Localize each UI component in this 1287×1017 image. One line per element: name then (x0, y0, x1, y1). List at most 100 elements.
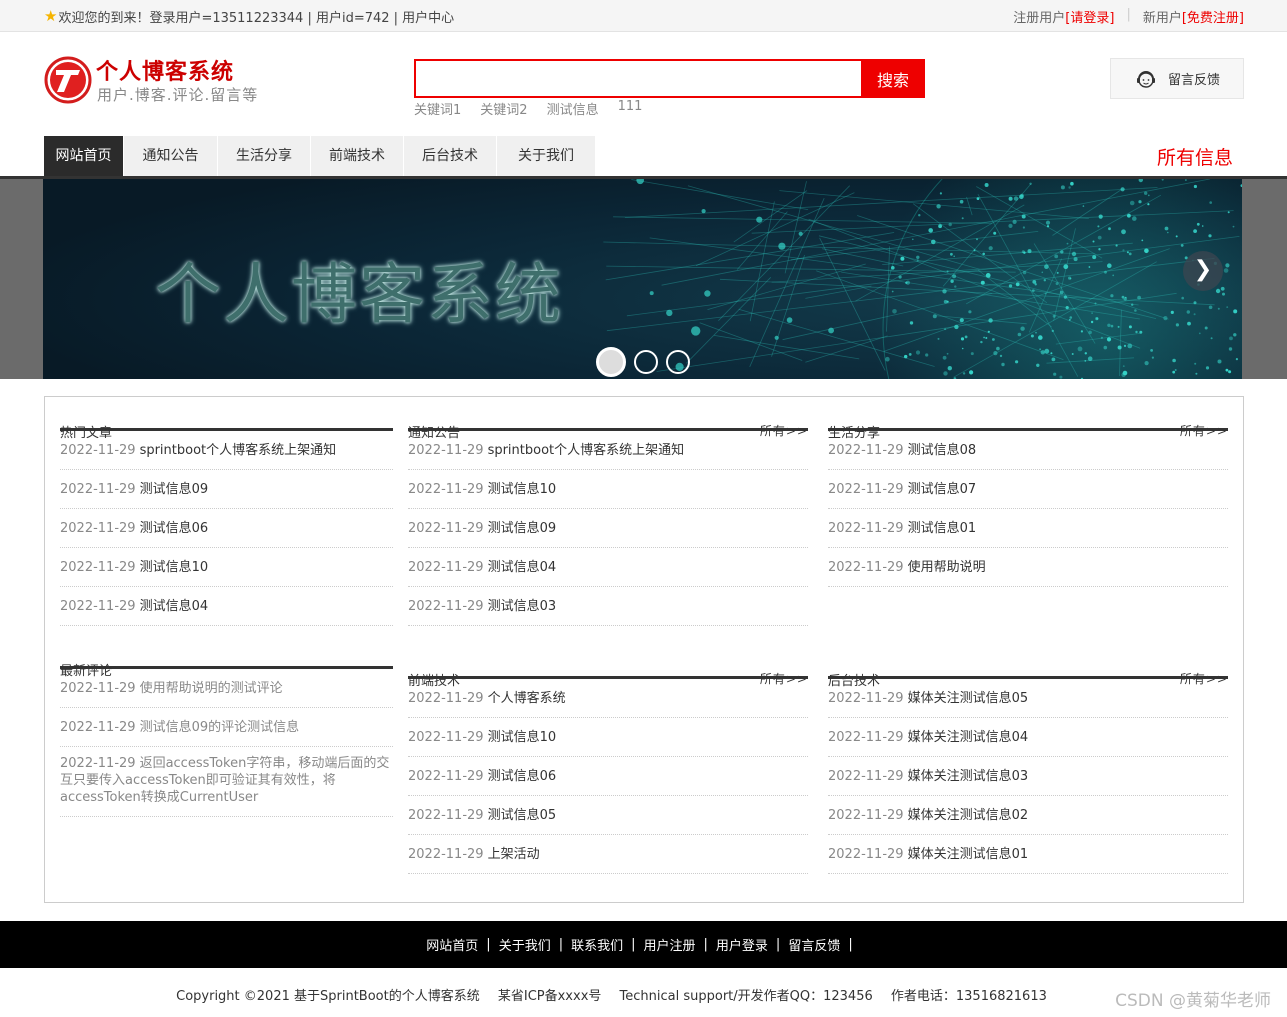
site-title[interactable]: 个人博客系统 (96, 54, 234, 86)
footer-link-register[interactable]: 用户注册 (644, 935, 696, 954)
item-title[interactable]: 上架活动 (488, 847, 540, 862)
item-title[interactable]: 测试信息03 (488, 599, 557, 614)
item-date: 2022-11-29 (60, 720, 136, 735)
banner-particle (1095, 317, 1099, 321)
more-link[interactable]: 所有>> (1180, 422, 1228, 439)
item-title[interactable]: sprintboot个人博客系统上架通知 (488, 443, 685, 458)
nav-about[interactable]: 关于我们 (497, 136, 596, 176)
item-title[interactable]: 测试信息07 (908, 482, 977, 497)
item-title[interactable]: sprintboot个人博客系统上架通知 (140, 443, 337, 458)
panel-title: 热门文章 (60, 426, 113, 441)
item-title[interactable]: 测试信息05 (488, 808, 557, 823)
list-item[interactable]: 2022-11-29 测试信息06 (408, 757, 808, 796)
list-item[interactable]: 2022-11-29 返回accessToken字符串，移动端后面的交互只要传入a… (60, 747, 393, 817)
item-title[interactable]: 测试信息06 (488, 769, 557, 784)
item-date: 2022-11-29 (408, 769, 484, 784)
item-title[interactable]: 测试信息06 (140, 521, 209, 536)
banner-particle (1107, 263, 1112, 268)
list-item[interactable]: 2022-11-29 使用帮助说明 (828, 548, 1228, 587)
banner-particle (916, 255, 920, 259)
carousel-dot[interactable] (634, 350, 658, 374)
list-item[interactable]: 2022-11-29 媒体关注测试信息05 (828, 679, 1228, 718)
search-button[interactable]: 搜索 (861, 59, 925, 98)
more-link[interactable]: 所有>> (1180, 670, 1228, 687)
item-title[interactable]: 媒体关注测试信息04 (908, 730, 1029, 745)
item-title[interactable]: 测试信息10 (488, 482, 557, 497)
more-link[interactable]: 所有>> (760, 670, 808, 687)
list-item[interactable]: 2022-11-29 测试信息10 (408, 470, 808, 509)
list-item[interactable]: 2022-11-29 个人博客系统 (408, 679, 808, 718)
list-item[interactable]: 2022-11-29 媒体关注测试信息02 (828, 796, 1228, 835)
list-item[interactable]: 2022-11-29 测试信息04 (60, 587, 393, 626)
footer-link-about[interactable]: 关于我们 (499, 935, 551, 954)
login-link[interactable]: [请登录] (1065, 7, 1114, 26)
more-link[interactable]: 所有>> (760, 422, 808, 439)
list-item[interactable]: 2022-11-29 测试信息04 (408, 548, 808, 587)
feedback-button[interactable]: 留言反馈 (1110, 58, 1244, 99)
item-title[interactable]: 测试信息09 (140, 482, 209, 497)
list-item[interactable]: 2022-11-29 测试信息05 (408, 796, 808, 835)
list-item[interactable]: 2022-11-29 测试信息06 (60, 509, 393, 548)
keyword-link[interactable]: 关键词1 (414, 99, 461, 118)
list-item[interactable]: 2022-11-29 测试信息10 (60, 548, 393, 587)
item-title[interactable]: 测试信息01 (908, 521, 977, 536)
list-item[interactable]: 2022-11-29 上架活动 (408, 835, 808, 874)
signup-link[interactable]: [免费注册] (1182, 7, 1244, 26)
list-item[interactable]: 2022-11-29 媒体关注测试信息04 (828, 718, 1228, 757)
nav-backend[interactable]: 后台技术 (404, 136, 497, 176)
list-item[interactable]: 2022-11-29 测试信息09 (60, 470, 393, 509)
banner-particle (915, 350, 921, 355)
list-item[interactable]: 2022-11-29 sprintboot个人博客系统上架通知 (408, 431, 808, 470)
banner-particle (1012, 219, 1017, 224)
top-bar: ★ 欢迎您的到来！登录用户=13511223344 | 用户id=742 | 用… (0, 0, 1287, 32)
all-info-link[interactable]: 所有信息 (1157, 143, 1233, 170)
main-nav: 网站首页 通知公告 生活分享 前端技术 后台技术 关于我们 (44, 136, 596, 176)
item-title[interactable]: 测试信息10 (488, 730, 557, 745)
banner-particle (1088, 266, 1091, 268)
banner-particle (1097, 225, 1100, 228)
list-item[interactable]: 2022-11-29 媒体关注测试信息01 (828, 835, 1228, 874)
item-title[interactable]: 媒体关注测试信息03 (908, 769, 1029, 784)
banner-carousel[interactable]: 个人博客系统 ❯ (43, 179, 1242, 379)
list-item[interactable]: 2022-11-29 测试信息01 (828, 509, 1228, 548)
list-item[interactable]: 2022-11-29 测试信息08 (828, 431, 1228, 470)
footer-link-contact[interactable]: 联系我们 (571, 935, 623, 954)
item-title[interactable]: 媒体关注测试信息01 (908, 847, 1029, 862)
search-input[interactable] (416, 61, 861, 96)
item-title[interactable]: 媒体关注测试信息02 (908, 808, 1029, 823)
nav-life[interactable]: 生活分享 (218, 136, 311, 176)
item-title[interactable]: 测试信息09的评论测试信息 (140, 720, 300, 735)
item-title[interactable]: 测试信息09 (488, 521, 557, 536)
list-item[interactable]: 2022-11-29 测试信息03 (408, 587, 808, 626)
carousel-next-button[interactable]: ❯ (1183, 251, 1223, 291)
banner-particle (1208, 234, 1212, 238)
keyword-link[interactable]: 测试信息 (547, 99, 599, 118)
carousel-dot[interactable] (596, 347, 626, 377)
list-item[interactable]: 2022-11-29 媒体关注测试信息03 (828, 757, 1228, 796)
footer-link-home[interactable]: 网站首页 (426, 935, 478, 954)
carousel-dot[interactable] (666, 350, 690, 374)
list-item[interactable]: 2022-11-29 测试信息10 (408, 718, 808, 757)
keyword-link[interactable]: 111 (618, 99, 643, 118)
list-item[interactable]: 2022-11-29 测试信息09 (408, 509, 808, 548)
logo-icon[interactable] (44, 56, 92, 104)
nav-notice[interactable]: 通知公告 (124, 136, 218, 176)
item-title[interactable]: 使用帮助说明 (908, 560, 986, 575)
item-title[interactable]: 媒体关注测试信息05 (908, 691, 1029, 706)
welcome-text[interactable]: 欢迎您的到来！登录用户=13511223344 | 用户id=742 | 用户中… (58, 7, 454, 26)
panel-life: 生活分享 所有>> 2022-11-29 测试信息08 2022-11-29 测试信… (828, 397, 1228, 587)
item-title[interactable]: 使用帮助说明的测试评论 (140, 681, 283, 696)
item-title[interactable]: 个人博客系统 (488, 691, 566, 706)
item-title[interactable]: 测试信息08 (908, 443, 977, 458)
keyword-link[interactable]: 关键词2 (480, 99, 527, 118)
banner-particle (964, 335, 968, 339)
list-item[interactable]: 2022-11-29 测试信息09的评论测试信息 (60, 708, 393, 747)
footer-link-login[interactable]: 用户登录 (716, 935, 768, 954)
list-item[interactable]: 2022-11-29 测试信息07 (828, 470, 1228, 509)
nav-home[interactable]: 网站首页 (44, 136, 124, 176)
footer-link-feedback[interactable]: 留言反馈 (788, 935, 840, 954)
item-title[interactable]: 测试信息04 (488, 560, 557, 575)
item-title[interactable]: 测试信息10 (140, 560, 209, 575)
item-title[interactable]: 测试信息04 (140, 599, 209, 614)
nav-frontend[interactable]: 前端技术 (311, 136, 404, 176)
